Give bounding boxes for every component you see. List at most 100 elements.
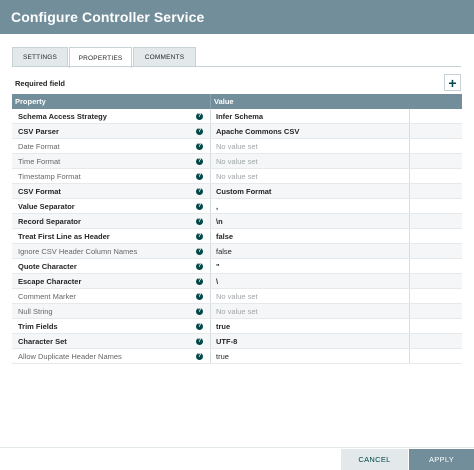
row-actions-cell xyxy=(410,124,462,138)
property-value: UTF-8 xyxy=(216,336,238,346)
info-icon[interactable]: ? xyxy=(196,203,203,210)
properties-table: Property Value Schema Access Strategy? In… xyxy=(12,94,462,364)
property-value-cell[interactable]: Custom Format xyxy=(211,184,410,198)
cancel-button[interactable]: CANCEL xyxy=(341,449,408,470)
info-icon[interactable]: ? xyxy=(196,113,203,120)
row-actions-cell xyxy=(410,139,462,153)
column-header-property[interactable]: Property xyxy=(12,94,211,109)
add-property-button[interactable]: + xyxy=(444,74,461,91)
property-name-cell: Ignore CSV Header Column Names? xyxy=(12,244,211,258)
property-value: , xyxy=(216,201,219,211)
tab-divider xyxy=(12,66,461,67)
table-header: Property Value xyxy=(12,94,462,109)
row-actions-cell xyxy=(410,154,462,168)
table-row[interactable]: Allow Duplicate Header Names? true xyxy=(12,349,462,364)
property-value-cell[interactable]: , xyxy=(211,199,410,213)
property-name-cell: Treat First Line as Header? xyxy=(12,229,211,243)
info-icon[interactable]: ? xyxy=(196,248,203,255)
table-body: Schema Access Strategy? Infer Schema CSV P… xyxy=(12,109,462,364)
info-icon[interactable]: ? xyxy=(196,218,203,225)
table-row[interactable]: CSV Parser? Apache Commons CSV xyxy=(12,124,462,139)
property-value-cell[interactable]: \ xyxy=(211,274,410,288)
table-row[interactable]: Value Separator?, xyxy=(12,199,462,214)
table-row[interactable]: Character Set? UTF-8 xyxy=(12,334,462,349)
property-name-cell: Timestamp Format? xyxy=(12,169,211,183)
info-icon[interactable]: ? xyxy=(196,233,203,240)
property-value-cell[interactable]: Infer Schema xyxy=(211,109,410,123)
table-row[interactable]: Escape Character? \ xyxy=(12,274,462,289)
table-row[interactable]: Quote Character? " xyxy=(12,259,462,274)
info-icon[interactable]: ? xyxy=(196,323,203,330)
table-row[interactable]: Schema Access Strategy? Infer Schema xyxy=(12,109,462,124)
info-icon[interactable]: ? xyxy=(196,278,203,285)
info-icon[interactable]: ? xyxy=(196,128,203,135)
row-actions-cell xyxy=(410,229,462,243)
dialog-header: Configure Controller Service xyxy=(0,0,474,34)
row-actions-cell xyxy=(410,109,462,123)
row-actions-cell xyxy=(410,259,462,273)
property-name: Schema Access Strategy xyxy=(18,111,107,121)
property-name-cell: Escape Character? xyxy=(12,274,211,288)
property-value-cell[interactable]: Apache Commons CSV xyxy=(211,124,410,138)
property-value: \ xyxy=(216,276,219,286)
property-value-cell[interactable]: \n xyxy=(211,214,410,228)
property-name: Null String xyxy=(18,306,53,316)
property-value: true xyxy=(216,321,231,331)
property-name-cell: Comment Marker? xyxy=(12,289,211,303)
tab-comments[interactable]: COMMENTS xyxy=(133,47,196,67)
info-icon[interactable]: ? xyxy=(196,263,203,270)
tab-settings[interactable]: SETTINGS xyxy=(12,47,68,67)
dialog-title: Configure Controller Service xyxy=(11,9,205,25)
row-actions-cell xyxy=(410,349,462,363)
info-icon[interactable]: ? xyxy=(196,188,203,195)
property-value-cell[interactable]: true xyxy=(211,349,410,363)
table-row[interactable]: Date Format? No value set xyxy=(12,139,462,154)
property-value-cell[interactable]: UTF-8 xyxy=(211,334,410,348)
row-actions-cell xyxy=(410,334,462,348)
property-value-cell[interactable]: false xyxy=(211,244,410,258)
tab-properties[interactable]: PROPERTIES xyxy=(69,47,132,68)
info-icon[interactable]: ? xyxy=(196,308,203,315)
table-row[interactable]: Treat First Line as Header? false xyxy=(12,229,462,244)
property-value-cell[interactable]: " xyxy=(211,259,410,273)
apply-button[interactable]: APPLY xyxy=(409,449,474,470)
property-name: Ignore CSV Header Column Names xyxy=(18,246,138,256)
info-icon[interactable]: ? xyxy=(196,143,203,150)
property-name: Escape Character xyxy=(18,276,82,286)
property-name: Treat First Line as Header xyxy=(18,231,110,241)
property-value-cell[interactable]: No value set xyxy=(211,154,410,168)
property-name-cell: Record Separator? xyxy=(12,214,211,228)
table-row[interactable]: CSV Format? Custom Format xyxy=(12,184,462,199)
property-value-cell[interactable]: No value set xyxy=(211,139,410,153)
info-icon[interactable]: ? xyxy=(196,353,203,360)
table-row[interactable]: Time Format? No value set xyxy=(12,154,462,169)
row-actions-cell xyxy=(410,319,462,333)
property-name-cell: Character Set? xyxy=(12,334,211,348)
property-value: true xyxy=(216,351,229,361)
table-row[interactable]: Timestamp Format? No value set xyxy=(12,169,462,184)
table-row[interactable]: Null String? No value set xyxy=(12,304,462,319)
row-actions-cell xyxy=(410,289,462,303)
table-row[interactable]: Ignore CSV Header Column Names? false xyxy=(12,244,462,259)
footer-divider xyxy=(0,447,474,448)
column-header-value[interactable]: Value xyxy=(211,94,462,109)
info-icon[interactable]: ? xyxy=(196,173,203,180)
property-name-cell: Trim Fields? xyxy=(12,319,211,333)
property-value-cell[interactable]: No value set xyxy=(211,289,410,303)
property-value-cell[interactable]: No value set xyxy=(211,304,410,318)
row-actions-cell xyxy=(410,184,462,198)
property-value-cell[interactable]: No value set xyxy=(211,169,410,183)
info-icon[interactable]: ? xyxy=(196,158,203,165)
property-name: Record Separator xyxy=(18,216,81,226)
property-name: CSV Format xyxy=(18,186,61,196)
info-icon[interactable]: ? xyxy=(196,293,203,300)
info-icon[interactable]: ? xyxy=(196,338,203,345)
table-row[interactable]: Trim Fields? true xyxy=(12,319,462,334)
table-row[interactable]: Record Separator? \n xyxy=(12,214,462,229)
property-name: Time Format xyxy=(18,156,61,166)
table-row[interactable]: Comment Marker? No value set xyxy=(12,289,462,304)
property-value: Infer Schema xyxy=(216,111,264,121)
property-value-cell[interactable]: true xyxy=(211,319,410,333)
row-actions-cell xyxy=(410,169,462,183)
property-value-cell[interactable]: false xyxy=(211,229,410,243)
